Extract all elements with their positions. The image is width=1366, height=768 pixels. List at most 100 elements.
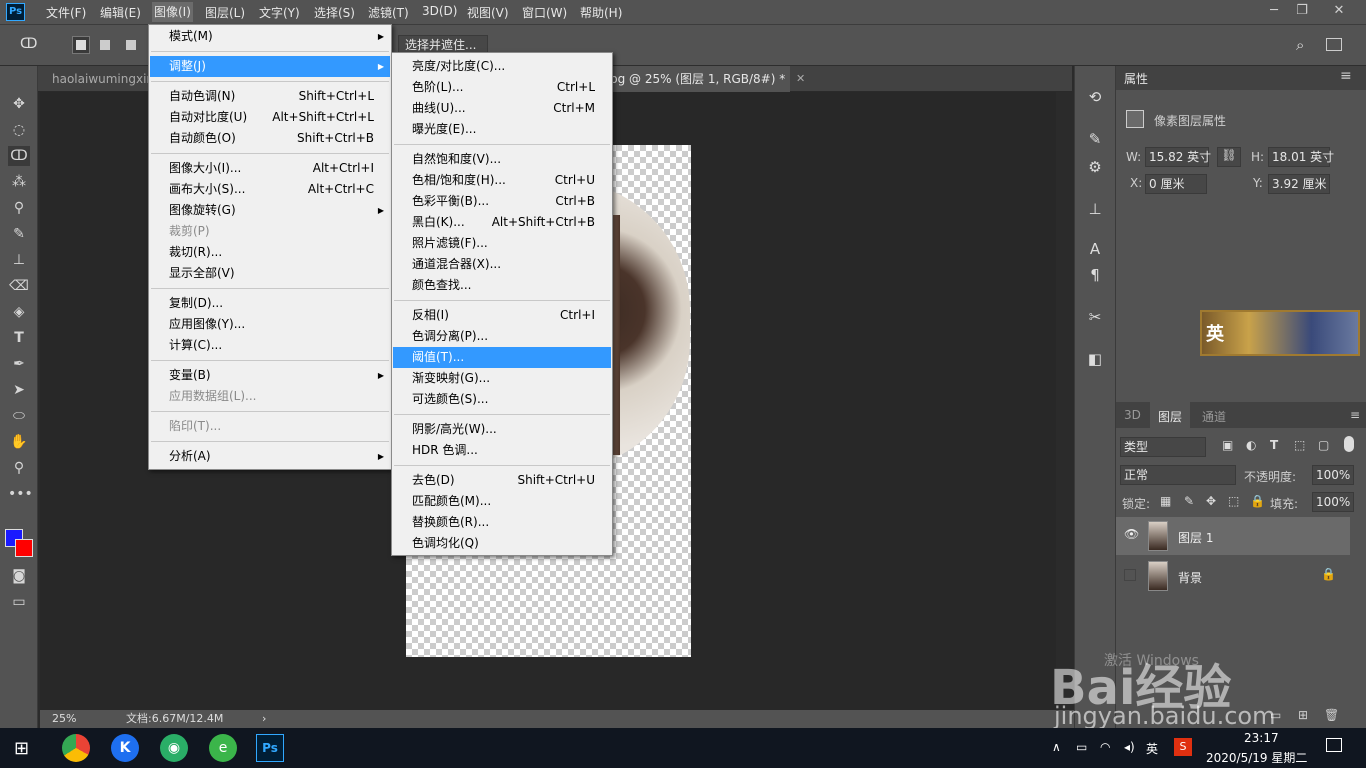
layer-row[interactable]: 👁 图层 1 bbox=[1116, 517, 1350, 555]
search-icon[interactable]: ⌕ bbox=[1296, 36, 1304, 54]
lasso-tool-icon[interactable]: ↀ bbox=[20, 36, 37, 52]
menu-image[interactable]: 图像(I) bbox=[152, 2, 193, 22]
adjust-menu-item[interactable]: 匹配颜色(M)... bbox=[393, 491, 611, 512]
adjust-menu-item[interactable]: 色相/饱和度(H)... Ctrl+U bbox=[393, 170, 611, 191]
workspace-icon[interactable] bbox=[1326, 38, 1342, 51]
menu-filter[interactable]: 滤镜(T) bbox=[368, 4, 409, 21]
close-tab-icon[interactable]: ✕ bbox=[796, 72, 805, 85]
adjust-menu-item[interactable]: 反相(I) Ctrl+I bbox=[393, 305, 611, 326]
visibility-off-icon[interactable] bbox=[1124, 569, 1136, 581]
image-menu-item[interactable]: 图像旋转(G) ▶ bbox=[150, 200, 390, 221]
adjust-menu-item[interactable]: 阴影/高光(W)... bbox=[393, 419, 611, 440]
adjust-menu-item[interactable]: 曲线(U)... Ctrl+M bbox=[393, 98, 611, 119]
menu-type[interactable]: 文字(Y) bbox=[259, 4, 300, 21]
filter-pixel-icon[interactable]: ▣ bbox=[1222, 438, 1233, 452]
filter-type-icon[interactable]: T bbox=[1270, 438, 1278, 452]
new-layer-icon[interactable]: ⊞ bbox=[1298, 708, 1308, 722]
restore-button[interactable]: ❐ bbox=[1293, 3, 1311, 19]
clock-time[interactable]: 23:17 bbox=[1244, 731, 1279, 745]
kugou-icon[interactable]: K bbox=[111, 734, 139, 762]
pen-tool-icon[interactable]: ✒ bbox=[8, 354, 30, 374]
adjust-menu-item[interactable]: 自然饱和度(V)... bbox=[393, 149, 611, 170]
photoshop-taskbar-icon[interactable]: Ps bbox=[256, 734, 284, 762]
filter-smart-icon[interactable]: ▢ bbox=[1318, 438, 1329, 452]
browser-icon[interactable]: e bbox=[209, 734, 237, 762]
adjust-menu-item[interactable]: 黑白(K)... Alt+Shift+Ctrl+B bbox=[393, 212, 611, 233]
adjust-menu-item[interactable]: 阈值(T)... bbox=[393, 347, 611, 368]
layer-name[interactable]: 背景 bbox=[1178, 569, 1202, 586]
adjust-menu-item[interactable]: 颜色查找... bbox=[393, 275, 611, 296]
visibility-eye-icon[interactable]: 👁 bbox=[1124, 527, 1139, 541]
image-menu-item[interactable]: 显示全部(V) bbox=[150, 263, 390, 284]
adjust-menu-item[interactable]: 曝光度(E)... bbox=[393, 119, 611, 140]
background-color-swatch[interactable] bbox=[15, 539, 33, 557]
character-panel-icon[interactable]: A bbox=[1084, 238, 1106, 260]
chevron-right-icon[interactable]: › bbox=[262, 710, 266, 728]
image-menu-item[interactable]: 图像大小(I)... Alt+Ctrl+I bbox=[150, 158, 390, 179]
adjust-menu-item[interactable]: 色调分离(P)... bbox=[393, 326, 611, 347]
path-select-icon[interactable]: ➤ bbox=[8, 380, 30, 400]
properties-tab[interactable]: 属性 bbox=[1124, 70, 1148, 87]
adjust-menu-item[interactable]: 渐变映射(G)... bbox=[393, 368, 611, 389]
tab-3d[interactable]: 3D bbox=[1124, 408, 1141, 422]
lock-position-icon[interactable]: ✥ bbox=[1206, 494, 1216, 508]
height-field[interactable]: 18.01 英寸 bbox=[1268, 147, 1334, 167]
filter-toggle[interactable] bbox=[1344, 436, 1354, 452]
chrome-icon[interactable] bbox=[62, 734, 90, 762]
adjust-menu-item[interactable]: 照片滤镜(F)... bbox=[393, 233, 611, 254]
wifi-icon[interactable]: ◠ bbox=[1100, 740, 1110, 754]
type-tool-icon[interactable]: T bbox=[8, 328, 30, 348]
lock-artboard-icon[interactable]: ⬚ bbox=[1228, 494, 1239, 508]
volume-icon[interactable]: ◂) bbox=[1124, 740, 1135, 754]
tab-document-2[interactable]: pg @ 25% (图层 1, RGB/8#) * bbox=[600, 66, 790, 92]
windows-start-icon[interactable]: ⊞ bbox=[14, 738, 29, 759]
link-icon[interactable]: ⛓ bbox=[1217, 147, 1241, 167]
zoom-tool-icon[interactable]: ⚲ bbox=[8, 458, 30, 478]
image-menu-item[interactable]: 自动颜色(O) Shift+Ctrl+B bbox=[150, 128, 390, 149]
hand-tool-icon[interactable]: ✋ bbox=[8, 432, 30, 452]
layer-name[interactable]: 图层 1 bbox=[1178, 529, 1213, 546]
image-menu-item[interactable]: 调整(J) ▶ bbox=[150, 56, 390, 77]
image-menu-item[interactable]: 应用图像(Y)... bbox=[150, 314, 390, 335]
more-tools-icon[interactable]: ••• bbox=[8, 484, 33, 504]
adjust-menu-item[interactable]: HDR 色调... bbox=[393, 440, 611, 461]
panel-menu-icon[interactable]: ≡ bbox=[1340, 68, 1352, 84]
adjust-menu-item[interactable]: 去色(D) Shift+Ctrl+U bbox=[393, 470, 611, 491]
clock-date[interactable]: 2020/5/19 星期二 bbox=[1206, 749, 1307, 766]
tools-preset-icon[interactable]: ✂ bbox=[1084, 306, 1106, 328]
clone-source-icon[interactable]: ⊥ bbox=[1084, 198, 1106, 220]
magic-wand-icon[interactable]: ⁂ bbox=[8, 172, 30, 192]
add-selection-icon[interactable] bbox=[100, 40, 110, 50]
menu-view[interactable]: 视图(V) bbox=[467, 4, 509, 21]
adjust-menu-item[interactable]: 亮度/对比度(C)... bbox=[393, 56, 611, 77]
ellipse-tool-icon[interactable]: ⬭ bbox=[8, 406, 30, 426]
fill-field[interactable]: 100% bbox=[1312, 492, 1354, 512]
marquee-tool-icon[interactable]: ◌ bbox=[8, 120, 30, 140]
image-menu-item[interactable]: 分析(A) ▶ bbox=[150, 446, 390, 467]
adjust-menu-item[interactable]: 替换颜色(R)... bbox=[393, 512, 611, 533]
blend-mode-select[interactable]: 正常 bbox=[1120, 465, 1236, 485]
adjust-menu-item[interactable]: 通道混合器(X)... bbox=[393, 254, 611, 275]
adjust-menu-item[interactable]: 色彩平衡(B)... Ctrl+B bbox=[393, 191, 611, 212]
menu-select[interactable]: 选择(S) bbox=[314, 4, 355, 21]
tab-channels[interactable]: 通道 bbox=[1202, 408, 1226, 425]
layer-comps-icon[interactable]: ◧ bbox=[1084, 348, 1106, 370]
eyedropper-icon[interactable]: ⚲ bbox=[8, 198, 30, 218]
brush-tool-icon[interactable]: ✎ bbox=[8, 224, 30, 244]
ad-banner[interactable]: 英 bbox=[1200, 310, 1360, 356]
history-icon[interactable]: ⟲ bbox=[1084, 86, 1106, 108]
image-menu-item[interactable]: 画布大小(S)... Alt+Ctrl+C bbox=[150, 179, 390, 200]
menu-window[interactable]: 窗口(W) bbox=[522, 4, 567, 21]
x-field[interactable]: 0 厘米 bbox=[1145, 174, 1207, 194]
image-menu-item[interactable]: 复制(D)... bbox=[150, 293, 390, 314]
image-menu-item[interactable]: 裁切(R)... bbox=[150, 242, 390, 263]
lock-pixels-icon[interactable]: ✎ bbox=[1184, 494, 1194, 508]
filter-adjust-icon[interactable]: ◐ bbox=[1246, 438, 1256, 452]
chevron-up-icon[interactable]: ∧ bbox=[1052, 740, 1061, 754]
screen-mode-icon[interactable]: ▭ bbox=[8, 592, 30, 612]
paint-bucket-icon[interactable]: ◈ bbox=[8, 302, 30, 322]
zoom-level[interactable]: 25% bbox=[52, 710, 76, 728]
close-button[interactable]: ✕ bbox=[1330, 3, 1348, 19]
image-menu-item[interactable]: 自动对比度(U) Alt+Shift+Ctrl+L bbox=[150, 107, 390, 128]
battery-icon[interactable]: ▭ bbox=[1076, 740, 1087, 754]
